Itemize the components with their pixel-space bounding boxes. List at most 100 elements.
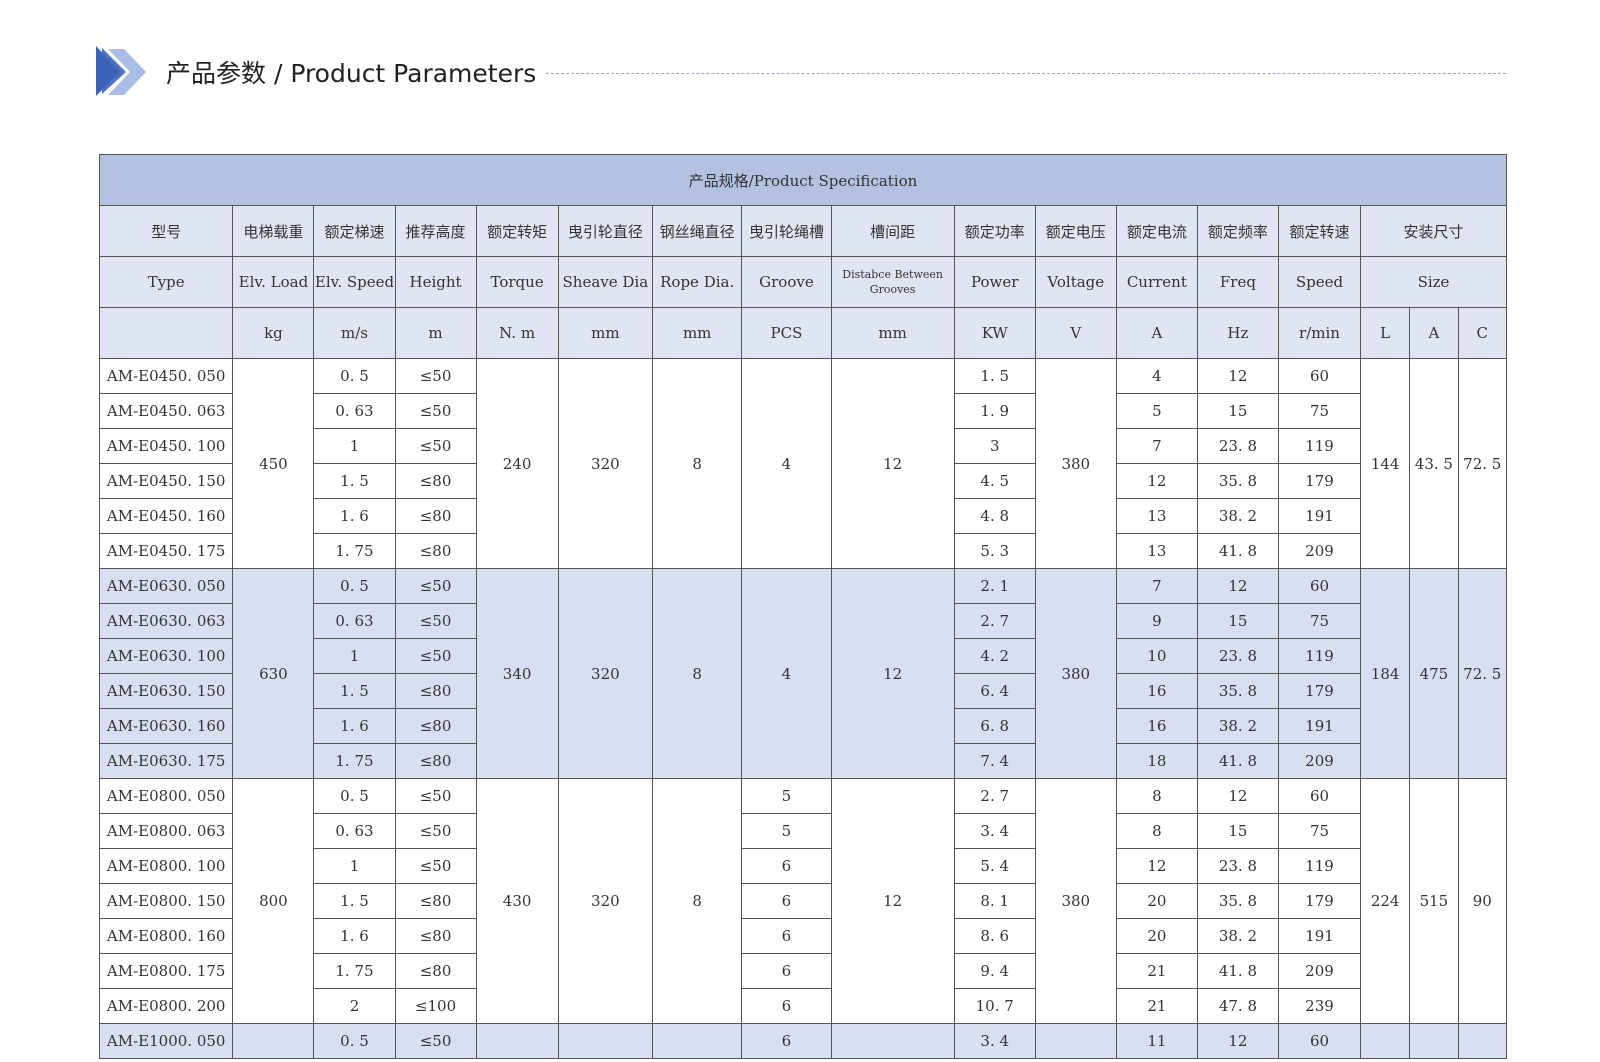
header-cell-en: Voltage	[1034, 256, 1117, 308]
unit-cell: N. m	[475, 307, 559, 359]
cell-type: AM-E0800. 175	[98, 953, 234, 989]
cell-size_c: 72. 5	[1457, 358, 1507, 569]
cell-power: 2. 7	[953, 778, 1036, 814]
header-cell-en: Height	[394, 256, 477, 308]
title-divider	[546, 73, 1506, 74]
unit-cell: C	[1457, 307, 1507, 359]
header-cell-cn: 曳引轮绳槽	[741, 205, 832, 257]
header-cell-cn: 额定频率	[1196, 205, 1279, 257]
cell-height: ≤80	[394, 533, 477, 569]
unit-cell: r/min	[1277, 307, 1362, 359]
cell-speed: 1. 6	[313, 918, 396, 954]
cell-speed: 1. 5	[313, 463, 396, 499]
cell-power: 1. 5	[953, 358, 1036, 394]
cell-height: ≤50	[394, 358, 477, 394]
cell-groove: 4	[741, 568, 832, 779]
cell-current: 9	[1115, 603, 1198, 639]
cell-freq: 41. 8	[1196, 953, 1279, 989]
cell-current: 18	[1115, 743, 1198, 779]
cell-current: 7	[1115, 568, 1198, 604]
header-cell-en: Sheave Dia	[557, 256, 654, 308]
cell-current: 8	[1115, 778, 1198, 814]
cell-speed: 1. 75	[313, 533, 396, 569]
cell-power: 5. 3	[953, 533, 1036, 569]
header-cell-cn: 推荐高度	[394, 205, 477, 257]
cell-height: ≤80	[394, 463, 477, 499]
cell-current: 5	[1115, 393, 1198, 429]
cell-spacing: 12	[830, 778, 955, 1024]
header-cell-en: Distabce Between Grooves	[830, 256, 955, 308]
cell-current: 4	[1115, 358, 1198, 394]
cell-type: AM-E0450. 160	[98, 498, 234, 534]
cell-sheave: 320	[557, 358, 654, 569]
cell-speed: 1. 75	[313, 953, 396, 989]
header-row-english: Type Elv. Load Elv. Speed Height Torque Sheav…	[98, 256, 1507, 308]
header-cell-en: Elv. Load	[232, 256, 315, 308]
cell-height: ≤80	[394, 743, 477, 779]
cell-power: 6. 8	[953, 708, 1036, 744]
cell-height: ≤50	[394, 1023, 477, 1059]
header-cell-en: Elv. Speed	[313, 256, 396, 308]
cell-torque: 240	[475, 358, 559, 569]
cell-rpm: 119	[1277, 638, 1362, 674]
cell-current: 10	[1115, 638, 1198, 674]
cell-rpm: 191	[1277, 918, 1362, 954]
cell-sheave: 320	[557, 568, 654, 779]
unit-cell: Hz	[1196, 307, 1279, 359]
cell-size_a	[1409, 1023, 1459, 1059]
cell-height: ≤80	[394, 708, 477, 744]
cell-speed: 0. 5	[313, 778, 396, 814]
cell-speed: 1	[313, 848, 396, 884]
header-cell-en: Size	[1360, 256, 1507, 308]
cell-height: ≤80	[394, 883, 477, 919]
cell-freq: 35. 8	[1196, 463, 1279, 499]
cell-speed: 1. 5	[313, 673, 396, 709]
cell-height: ≤80	[394, 918, 477, 954]
cell-rpm: 191	[1277, 708, 1362, 744]
unit-cell	[98, 307, 234, 359]
header-cell-cn: 钢丝绳直径	[652, 205, 743, 257]
cell-load	[232, 1023, 315, 1059]
table-row: AM-E0450. 050 450 0. 5 ≤50 240 320 8 4 12 1. 5 380…	[98, 358, 1507, 569]
cell-current: 16	[1115, 708, 1198, 744]
cell-power: 10. 7	[953, 988, 1036, 1024]
cell-sheave	[557, 1023, 654, 1059]
cell-speed: 0. 63	[313, 813, 396, 849]
cell-current: 13	[1115, 498, 1198, 534]
cell-rpm: 239	[1277, 988, 1362, 1024]
cell-groove: 6	[741, 883, 832, 919]
cell-groove: 6	[741, 988, 832, 1024]
cell-current: 7	[1115, 428, 1198, 464]
header-row-units: kg m/s m N. m mm mm PCS mm KW V A Hz r/min L A C	[98, 307, 1507, 359]
page-title: 产品参数 / Product Parameters	[166, 59, 537, 88]
cell-rpm: 75	[1277, 813, 1362, 849]
header-cell-cn: 额定转矩	[475, 205, 559, 257]
cell-groove: 6	[741, 1023, 832, 1059]
cell-groove: 4	[741, 358, 832, 569]
cell-current: 20	[1115, 918, 1198, 954]
cell-type: AM-E0800. 160	[98, 918, 234, 954]
cell-freq: 15	[1196, 603, 1279, 639]
cell-power: 8. 1	[953, 883, 1036, 919]
unit-cell: kg	[232, 307, 315, 359]
cell-type: AM-E0630. 050	[98, 568, 234, 604]
cell-height: ≤50	[394, 638, 477, 674]
cell-speed: 0. 5	[313, 358, 396, 394]
cell-freq: 47. 8	[1196, 988, 1279, 1024]
cell-groove: 6	[741, 953, 832, 989]
cell-size_l: 184	[1360, 568, 1411, 779]
cell-freq: 38. 2	[1196, 918, 1279, 954]
cell-current: 12	[1115, 463, 1198, 499]
table-row: AM-E0630. 050 630 0. 5 ≤50 340 320 8 4 12 2. 1 380…	[98, 568, 1507, 779]
cell-height: ≤50	[394, 848, 477, 884]
cell-torque	[475, 1023, 559, 1059]
cell-height: ≤80	[394, 673, 477, 709]
cell-rope: 8	[652, 568, 743, 779]
cell-rope: 8	[652, 358, 743, 569]
header-cell-cn: 额定电流	[1115, 205, 1198, 257]
cell-size_l: 144	[1360, 358, 1411, 569]
cell-rpm: 60	[1277, 778, 1362, 814]
unit-cell: m	[394, 307, 477, 359]
header-cell-cn: 曳引轮直径	[557, 205, 654, 257]
cell-groove: 6	[741, 918, 832, 954]
